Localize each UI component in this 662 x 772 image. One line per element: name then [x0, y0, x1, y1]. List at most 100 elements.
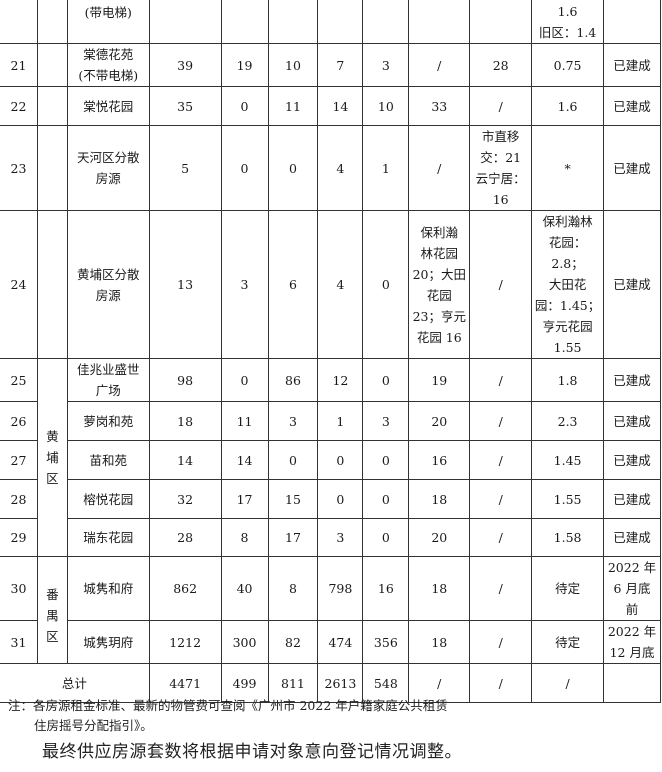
cell-name: 城隽和府 [66, 556, 150, 621]
total-status [603, 663, 661, 703]
footnote-line-1: 注：各房源租金标准、最新的物管费可查阅《广州市 2022 年户籍家庭公共租赁 [8, 698, 448, 713]
cell-c5: 18 [408, 620, 471, 664]
table-row: 29 瑞东花园 28 8 17 3 0 20/1.58 已建成 [0, 518, 661, 557]
cell-rent: * [531, 125, 605, 211]
cell-name: 城隽玥府 [66, 620, 150, 664]
table-row: 22 棠悦花园 35 0 11 14 10 33/1.6 已建成 [0, 86, 661, 126]
cell-district [36, 43, 68, 87]
cell-total: 28 [148, 518, 222, 557]
cell-c6: / [469, 86, 533, 126]
cell-no: 25 [0, 358, 38, 402]
cell-district-huangpu: 黄 埔 区 [36, 358, 68, 557]
cell-total: 5 [148, 125, 222, 211]
cell-c5: / [408, 43, 471, 87]
cell-c1: 8 [220, 518, 269, 557]
cell-total: 39 [148, 43, 222, 87]
cell-name: (带电梯) [66, 0, 150, 44]
cell-c3: 7 [317, 43, 364, 87]
cell-c1: 0 [220, 86, 269, 126]
cell-c3: 0 [317, 440, 364, 480]
cell-c2: 82 [267, 620, 319, 664]
cell-c5: 16 [408, 440, 471, 480]
table-row: 27 苗和苑 14 14 0 0 0 16/1.45 已建成 [0, 440, 661, 480]
cell-status: 已建成 [603, 86, 661, 126]
cell-c1: 19 [220, 43, 269, 87]
cell-district [36, 0, 68, 44]
cell-total: 98 [148, 358, 222, 402]
cell-c6: / [469, 556, 533, 621]
cell-c1: 0 [220, 358, 269, 402]
cell-c6: / [469, 440, 533, 480]
cell-c2: 10 [267, 43, 319, 87]
cell-status: 已建成 [603, 43, 661, 87]
cell-c1: 300 [220, 620, 269, 664]
cell-no [0, 0, 38, 44]
cell-status: 已建成 [603, 358, 661, 402]
cell-c5: 18 [408, 479, 471, 519]
cell-name: 佳兆业盛世 广场 [66, 358, 150, 402]
cell-no: 22 [0, 86, 38, 126]
cell-no: 26 [0, 401, 38, 441]
cell-c2: 17 [267, 518, 319, 557]
final-statement: 最终供应房源套数将根据申请对象意向登记情况调整。 [42, 742, 462, 762]
cell-c3: 12 [317, 358, 364, 402]
cell-c2: 8 [267, 556, 319, 621]
cell-c6: / [469, 210, 533, 359]
cell-rent: 保利瀚林 花园：2.8； 大田花 园：1.45； 亨元花园 1.55 [531, 210, 605, 359]
cell-c6: / [469, 479, 533, 519]
table-row: 24 黄埔区分散 房源 13 3 6 4 0 保利瀚 林花园 20；大田 花园 23；亨元 花… [0, 210, 661, 359]
cell-c1: 14 [220, 440, 269, 480]
cell-status: 已建成 [603, 401, 661, 441]
cell-status: 2022 年 12 月底 [603, 620, 661, 664]
cell-name: 萝岗和苑 [66, 401, 150, 441]
cell-name: 榕悦花园 [66, 479, 150, 519]
cell-name: 瑞东花园 [66, 518, 150, 557]
cell-no: 23 [0, 125, 38, 211]
cell-c1: 17 [220, 479, 269, 519]
cell-c1: 0 [220, 125, 269, 211]
cell-no: 29 [0, 518, 38, 557]
cell-c5: 20 [408, 401, 471, 441]
cell-no: 21 [0, 43, 38, 87]
cell-name: 苗和苑 [66, 440, 150, 480]
cell-total: 1212 [148, 620, 222, 664]
cell-rent: 2.3 [531, 401, 605, 441]
cell-c2: 6 [267, 210, 319, 359]
cell-rent: 1.45 [531, 440, 605, 480]
table-row: 25 黄 埔 区佳兆业盛世 广场 98 0 86 12 0 19/1.8 已建成 [0, 358, 661, 557]
cell-name: 棠德花苑 (不带电梯) [66, 43, 150, 87]
table-row: 31 城隽玥府 1212 300 82 474 356 18/待定 2022 年 12 月底 [0, 620, 661, 664]
cell-c3: 3 [317, 518, 364, 557]
cell-total: 14 [148, 440, 222, 480]
cell-c5: 33 [408, 86, 471, 126]
cell-rent: 待定 [531, 620, 605, 664]
table-row: 26 萝岗和苑 18 11 3 1 3 20/2.3 已建成 [0, 401, 661, 441]
cell-c4: 0 [362, 479, 410, 519]
cell-c1: 3 [220, 210, 269, 359]
cell-c6: / [469, 620, 533, 664]
cell-c3: 798 [317, 556, 364, 621]
table-row-continued: (带电梯) 1.6 旧区：1.4 [0, 0, 661, 44]
cell-rent: 1.6 旧区：1.4 [531, 0, 605, 44]
cell-rent: 1.55 [531, 479, 605, 519]
cell-c2: 11 [267, 86, 319, 126]
cell-total: 18 [148, 401, 222, 441]
cell-rent: 0.75 [531, 43, 605, 87]
cell-status: 已建成 [603, 518, 661, 557]
cell-c4: 3 [362, 43, 410, 87]
cell-rent: 待定 [531, 556, 605, 621]
cell-c3: 14 [317, 86, 364, 126]
cell-c4: 0 [362, 358, 410, 402]
cell-district [36, 125, 68, 211]
cell-c5: 18 [408, 556, 471, 621]
cell-c2: 15 [267, 479, 319, 519]
cell-no: 27 [0, 440, 38, 480]
cell-status: 已建成 [603, 125, 661, 211]
cell-c3: 1 [317, 401, 364, 441]
cell-c3: 474 [317, 620, 364, 664]
table-row: 28 榕悦花园 32 17 15 0 0 18/1.55 已建成 [0, 479, 661, 519]
cell-status: 2022 年 6 月底 前 [603, 556, 661, 621]
cell-c1: 11 [220, 401, 269, 441]
cell-name: 天河区分散 房源 [66, 125, 150, 211]
cell-c4: 3 [362, 401, 410, 441]
